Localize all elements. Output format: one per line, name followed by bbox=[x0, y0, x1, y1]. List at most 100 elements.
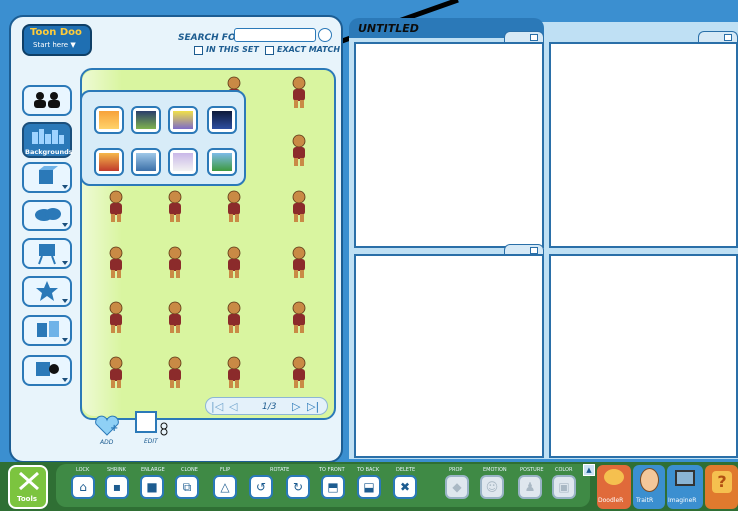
rays-background-thumb[interactable] bbox=[168, 106, 198, 134]
last-page-icon[interactable]: ▷| bbox=[307, 400, 319, 413]
library-character[interactable] bbox=[287, 76, 311, 110]
delete-button[interactable]: ✖ bbox=[393, 475, 417, 499]
library-character[interactable] bbox=[287, 356, 311, 390]
toolbar-label-to-front: TO FRONT bbox=[319, 467, 345, 473]
rotate-left-icon: ↺ bbox=[255, 480, 267, 494]
toolbar-label-lock: LOCK bbox=[76, 467, 90, 473]
enlarge-icon: ■ bbox=[146, 480, 158, 494]
category-characters[interactable] bbox=[22, 85, 72, 116]
characters-icon bbox=[34, 92, 60, 108]
dock-help[interactable]: ? bbox=[705, 465, 738, 509]
to-front-icon: ⬒ bbox=[327, 480, 339, 494]
edit-button[interactable]: EDIT bbox=[132, 410, 174, 450]
toondoo-logo-button[interactable]: Toon Doo Start here ▼ bbox=[22, 24, 92, 56]
library-character[interactable] bbox=[163, 356, 187, 390]
library-character[interactable] bbox=[222, 301, 246, 335]
library-character[interactable] bbox=[222, 356, 246, 390]
search-input[interactable] bbox=[234, 28, 316, 42]
logo-text: Toon Doo bbox=[30, 27, 82, 38]
category-speech-bubbles[interactable] bbox=[22, 200, 72, 231]
category-special-effects[interactable] bbox=[22, 276, 72, 307]
add-button[interactable]: + ADD bbox=[90, 415, 124, 451]
comic-panel-3[interactable] bbox=[354, 254, 544, 458]
tools-label: Tools bbox=[17, 495, 38, 503]
palace-background-thumb[interactable] bbox=[168, 148, 198, 176]
first-page-icon[interactable]: |◁ bbox=[211, 400, 223, 413]
rotate-right-button[interactable]: ↻ bbox=[286, 475, 310, 499]
dock-imaginer[interactable]: ImagineR bbox=[667, 465, 703, 509]
library-character[interactable] bbox=[104, 246, 128, 280]
face-icon bbox=[640, 468, 659, 492]
posture-button[interactable]: ♟ bbox=[518, 475, 542, 499]
category-my-uploads[interactable] bbox=[22, 355, 72, 386]
rotate-left-button[interactable]: ↺ bbox=[249, 475, 273, 499]
bear-character-icon bbox=[168, 190, 182, 222]
panel-1-tab[interactable] bbox=[504, 31, 544, 42]
clone-button[interactable]: ⧉ bbox=[175, 475, 199, 499]
toolbar-label-delete: DELETE bbox=[396, 467, 416, 473]
library-character[interactable] bbox=[222, 246, 246, 280]
in-this-set-checkbox[interactable] bbox=[194, 46, 203, 55]
exact-match-label: EXACT MATCH bbox=[277, 45, 341, 54]
exact-match-checkbox[interactable] bbox=[265, 46, 274, 55]
color-button[interactable]: ▣ bbox=[552, 475, 576, 499]
library-character[interactable] bbox=[104, 190, 128, 224]
library-character[interactable] bbox=[287, 301, 311, 335]
category-art[interactable] bbox=[22, 238, 72, 269]
comic-panel-4[interactable] bbox=[549, 254, 738, 458]
category-props[interactable] bbox=[22, 162, 72, 193]
bear-character-icon bbox=[227, 301, 241, 333]
enlarge-button[interactable]: ■ bbox=[140, 475, 164, 499]
emotion-button[interactable]: ☺ bbox=[480, 475, 504, 499]
category-backgrounds[interactable]: Backgrounds bbox=[22, 122, 73, 158]
flip-button[interactable]: △ bbox=[213, 475, 237, 499]
add-heart-icon: + bbox=[95, 415, 119, 436]
bear-character-icon bbox=[227, 356, 241, 388]
library-character[interactable] bbox=[104, 301, 128, 335]
library-character[interactable] bbox=[163, 246, 187, 280]
library-character[interactable] bbox=[104, 356, 128, 390]
library-character[interactable] bbox=[287, 190, 311, 224]
tools-button[interactable]: Tools bbox=[8, 465, 48, 509]
search-icon[interactable] bbox=[318, 28, 332, 42]
svg-text:+: + bbox=[110, 423, 118, 434]
building-background-thumb[interactable] bbox=[131, 148, 161, 176]
shrink-icon: ▪ bbox=[112, 480, 122, 494]
comic-panel-2[interactable] bbox=[549, 42, 738, 248]
sunset-background-thumb[interactable] bbox=[94, 106, 124, 134]
toolbar-label-color: COLOR bbox=[555, 467, 573, 473]
library-character[interactable] bbox=[163, 301, 187, 335]
wrench-screwdriver-icon bbox=[19, 471, 39, 491]
page-indicator: 1/3 bbox=[262, 402, 277, 412]
panel-2-tab[interactable] bbox=[698, 31, 738, 42]
bear-character-icon bbox=[292, 356, 306, 388]
dock-traitr[interactable]: TraitR bbox=[633, 465, 665, 509]
library-character[interactable] bbox=[222, 190, 246, 224]
library-character[interactable] bbox=[163, 190, 187, 224]
dock-doodler[interactable]: DoodleR bbox=[597, 465, 631, 509]
comic-panel-1[interactable] bbox=[354, 42, 544, 248]
night-landscape-background-thumb[interactable] bbox=[131, 106, 161, 134]
shrink-button[interactable]: ▪ bbox=[105, 475, 129, 499]
palette-icon bbox=[604, 469, 624, 485]
soccer-field-background-thumb[interactable] bbox=[207, 148, 237, 176]
library-character[interactable] bbox=[287, 134, 311, 168]
room-background-thumb[interactable] bbox=[94, 148, 124, 176]
help-icon: ? bbox=[712, 471, 732, 493]
library-character[interactable] bbox=[287, 246, 311, 280]
toolbar-label-prop: PROP bbox=[449, 467, 463, 473]
search-label: SEARCH FOR bbox=[178, 33, 243, 43]
prev-page-icon[interactable]: ◁ bbox=[229, 400, 237, 413]
category-panels[interactable] bbox=[22, 315, 72, 346]
lock-button[interactable]: ⌂ bbox=[71, 475, 95, 499]
bear-character-icon bbox=[168, 246, 182, 278]
canvas-title: UNTITLED bbox=[358, 22, 419, 35]
imaginer-label: ImagineR bbox=[668, 497, 697, 504]
prop-button[interactable]: ◆ bbox=[445, 475, 469, 499]
to-front-button[interactable]: ⬒ bbox=[321, 475, 345, 499]
bear-character-icon bbox=[292, 246, 306, 278]
to-back-button[interactable]: ⬓ bbox=[357, 475, 381, 499]
night-city-background-thumb[interactable] bbox=[207, 106, 237, 134]
toolbar-collapse-icon[interactable]: ▲ bbox=[583, 464, 595, 476]
next-page-icon[interactable]: ▷ bbox=[292, 400, 300, 413]
